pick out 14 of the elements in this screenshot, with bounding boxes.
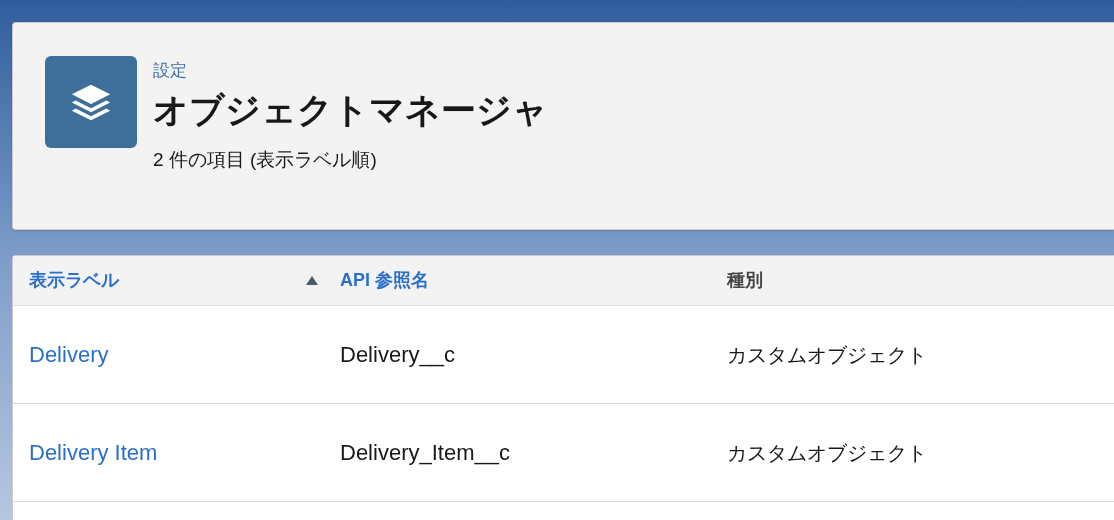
object-link[interactable]: Delivery Item [29, 440, 158, 465]
sort-arrow-icon[interactable] [306, 276, 318, 285]
type-cell: カスタムオブジェクト [727, 441, 927, 464]
breadcrumb-link[interactable]: 設定 [153, 60, 548, 82]
column-header[interactable]: API 参照名 [340, 267, 429, 294]
item-count: 2 件の項目 (表示ラベル順) [153, 148, 378, 172]
api-name-cell: Delivery__c [340, 342, 455, 367]
column-header[interactable]: 表示ラベル [29, 267, 119, 294]
api-name-cell: Delivery_Item__c [340, 440, 510, 465]
object-link[interactable]: Delivery [29, 342, 109, 367]
layers-icon [45, 56, 137, 148]
column-header: 種別 [727, 269, 763, 292]
page-title: オブジェクトマネージャ [153, 89, 548, 131]
type-cell: カスタムオブジェクト [727, 343, 927, 366]
